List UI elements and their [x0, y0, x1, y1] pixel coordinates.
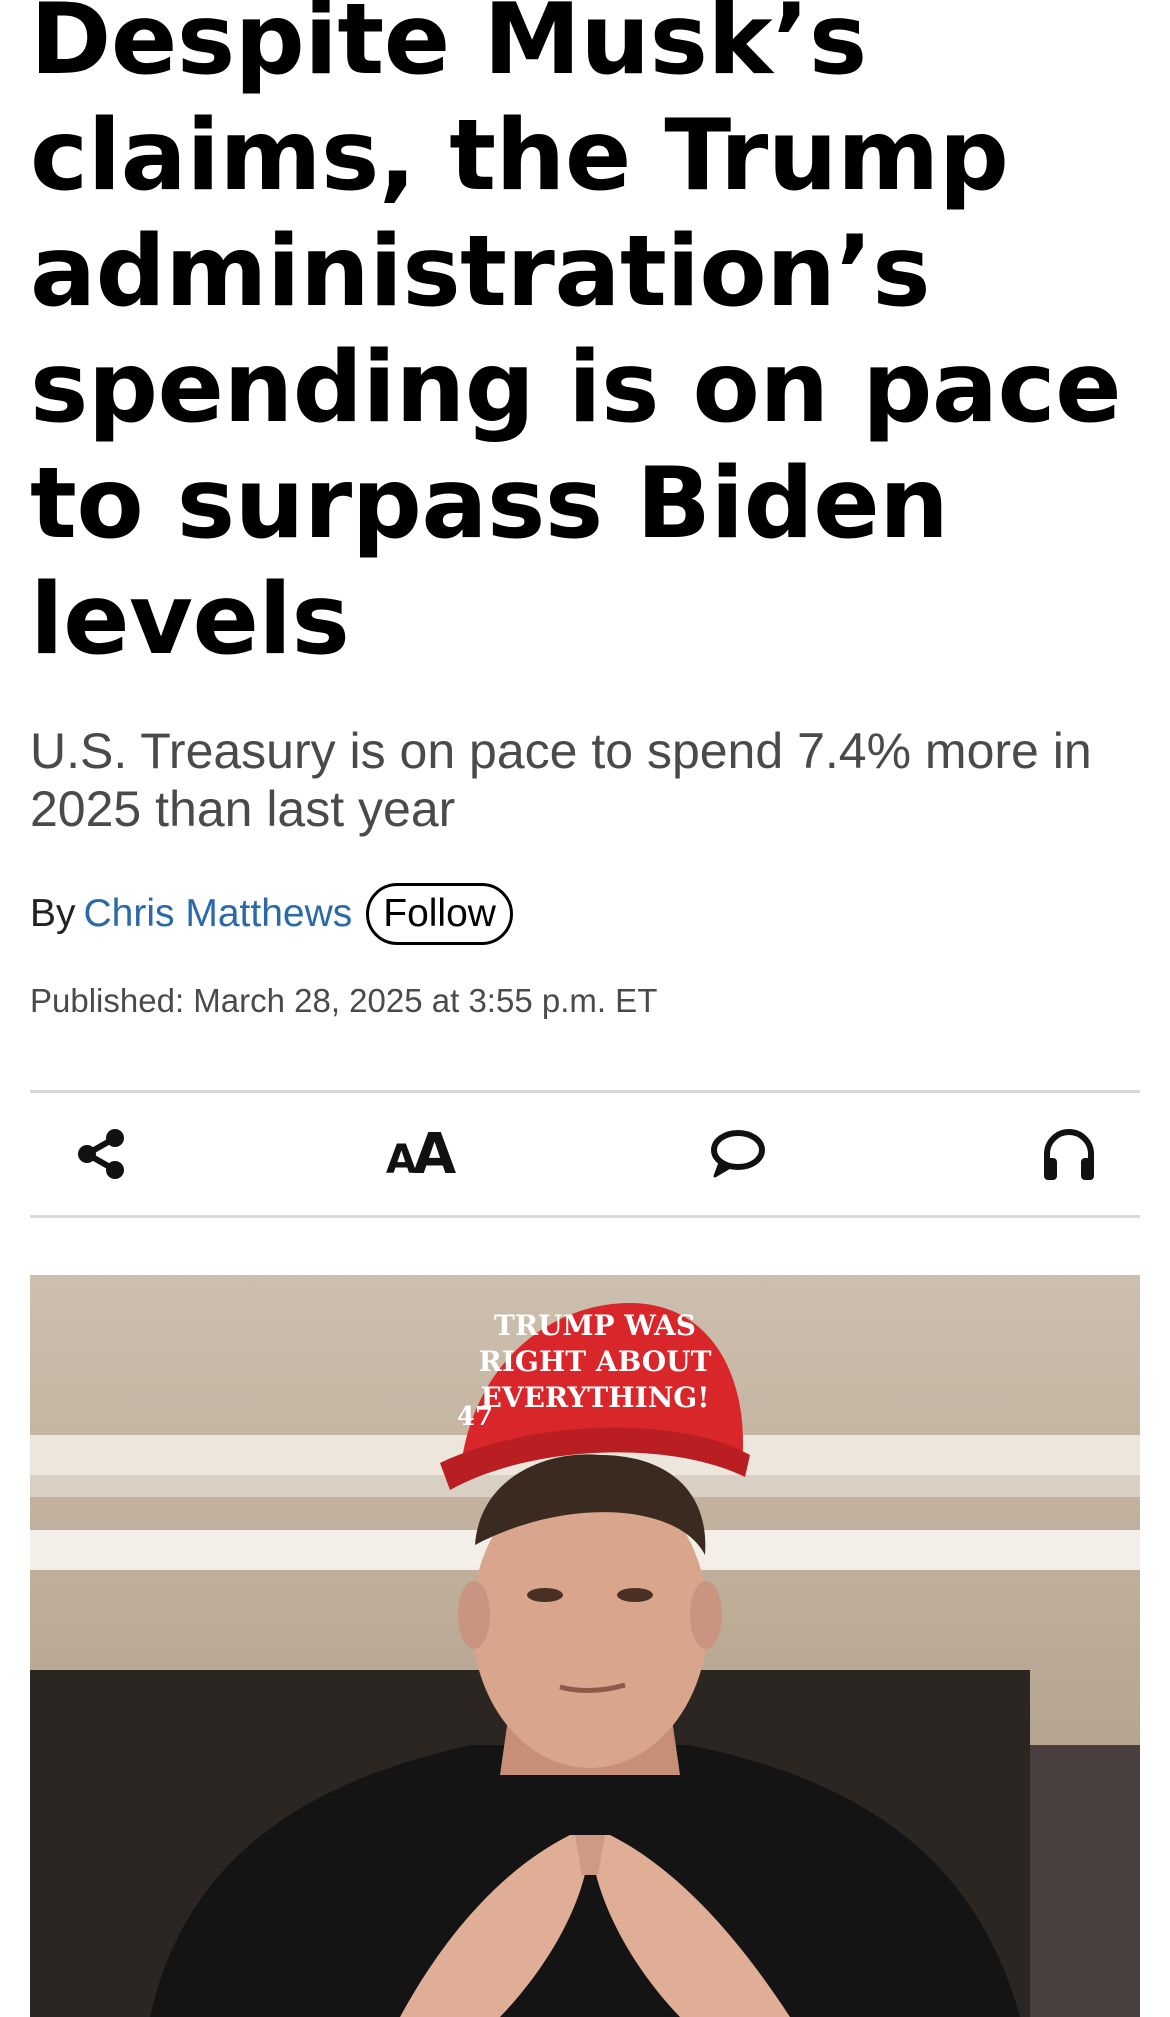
hero-image: TRUMP WAS RIGHT ABOUT EVERYTHING! 47: [30, 1275, 1140, 2017]
cap-text-line1: TRUMP WAS: [494, 1309, 696, 1342]
article-subheadline: U.S. Treasury is on pace to spend 7.4% m…: [30, 723, 1092, 837]
text-size-icon: AA: [385, 1121, 456, 1187]
text-size-button[interactable]: AA: [385, 1121, 456, 1187]
article-headline: Despite Musk’s claims, the Trump adminis…: [30, 0, 1122, 677]
headphones-icon: [1044, 1129, 1094, 1180]
cap-text-line2: RIGHT ABOUT: [479, 1345, 712, 1378]
byline: By Chris Matthews Follow: [30, 882, 513, 946]
cap-number: 47: [457, 1402, 493, 1432]
follow-button[interactable]: Follow: [366, 883, 513, 945]
hero-photo: TRUMP WAS RIGHT ABOUT EVERYTHING! 47: [30, 1275, 1140, 2017]
published-timestamp: Published: March 28, 2025 at 3:55 p.m. E…: [30, 982, 658, 1019]
author-link[interactable]: Chris Matthews: [84, 892, 353, 936]
article-toolbar: AA: [30, 1090, 1140, 1218]
comments-button[interactable]: [705, 1121, 771, 1187]
comment-icon: [711, 1130, 765, 1178]
share-button[interactable]: [68, 1121, 134, 1187]
listen-button[interactable]: [1036, 1121, 1102, 1187]
cap-text-line3: EVERYTHING!: [481, 1381, 710, 1414]
byline-prefix: By: [30, 892, 76, 935]
share-icon: [78, 1129, 124, 1179]
